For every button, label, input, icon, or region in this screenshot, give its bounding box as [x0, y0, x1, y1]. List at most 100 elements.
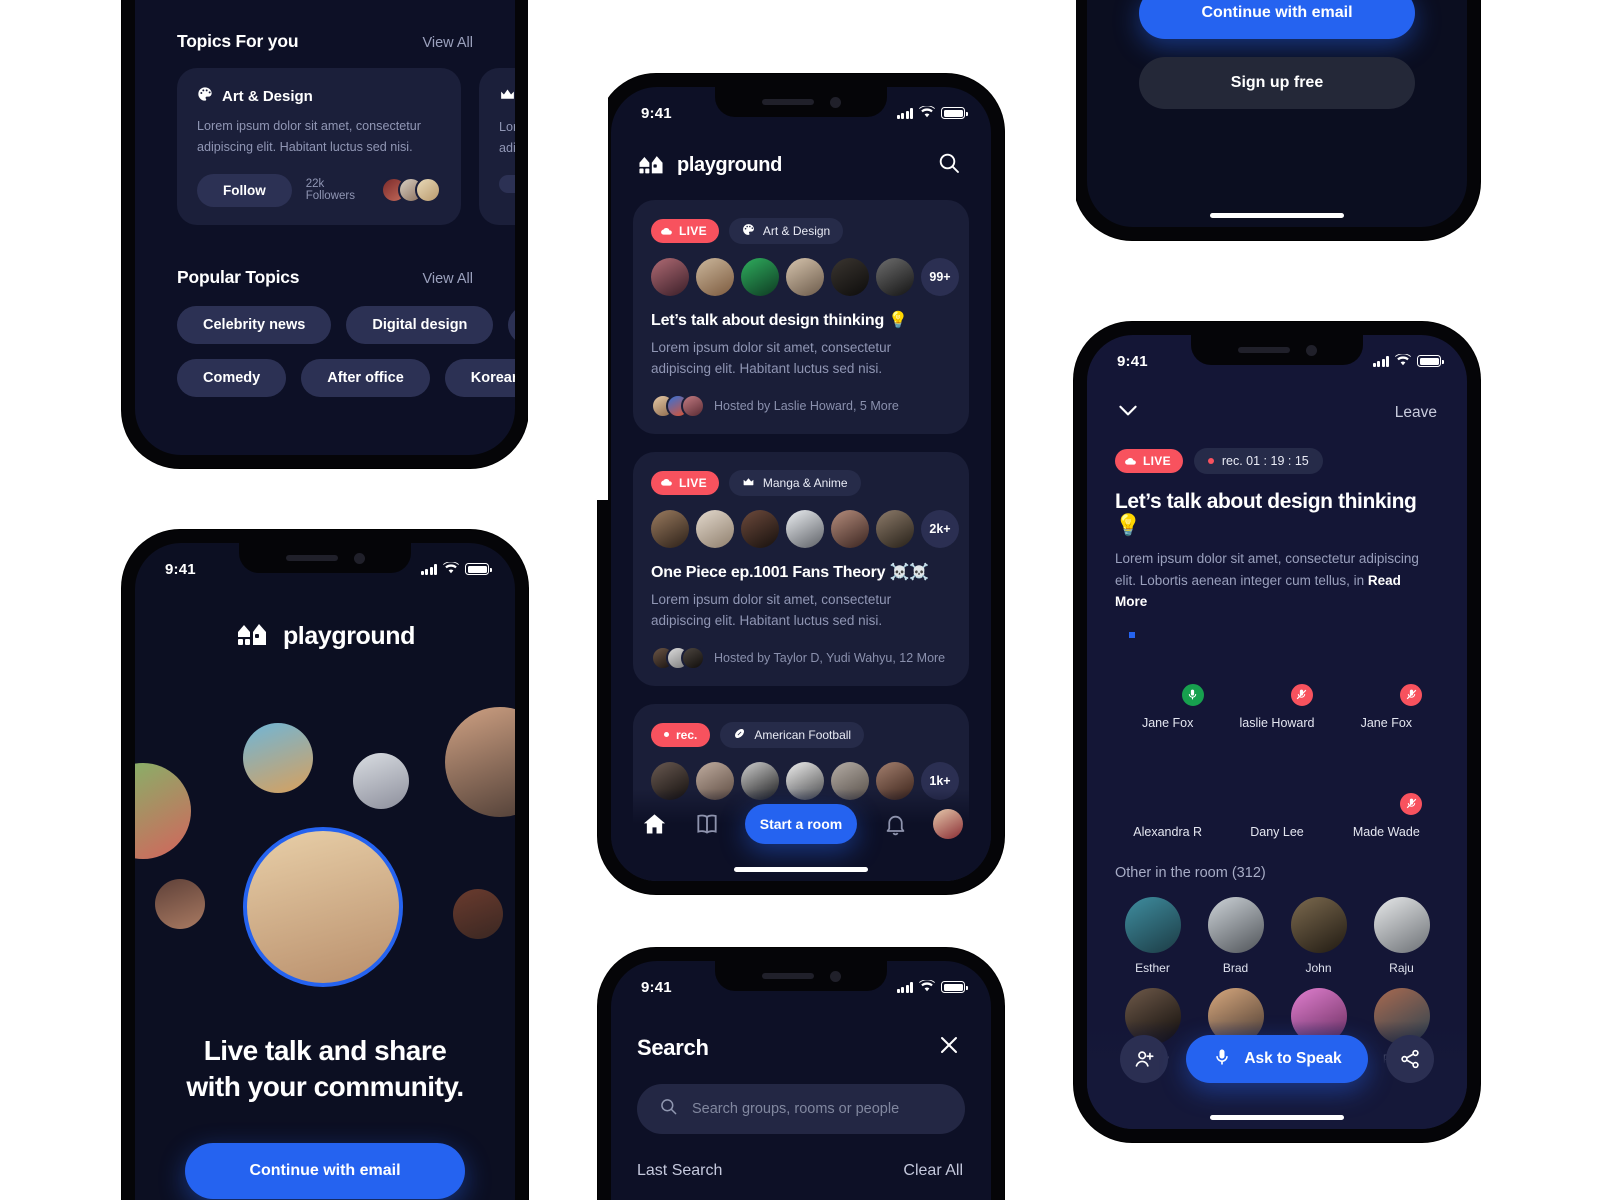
crop-mask-left-of-phone-d [1020, 0, 1076, 260]
topics-view-all-link[interactable]: View All [422, 35, 473, 51]
earpiece-speaker [761, 99, 814, 105]
avatar-bubble [243, 723, 313, 793]
topics-section-title: Topics For you [177, 31, 299, 51]
popular-chip[interactable]: Korean Drama [444, 358, 515, 397]
room-hosted-by-label: Hosted by Laslie Howard, 5 More [714, 398, 899, 413]
speaker-item[interactable]: Jane Fox [1332, 635, 1441, 730]
playground-logo-icon [637, 152, 665, 180]
share-icon[interactable] [1385, 1035, 1434, 1083]
ask-to-speak-button[interactable]: Ask to Speak [1186, 1035, 1368, 1083]
speaker-avatar-wrapper [1241, 744, 1313, 816]
topic-card-description: Lorem ipsum dolor sit amet, consectetur … [499, 120, 515, 155]
playground-logo-icon [235, 619, 269, 653]
continue-with-email-button[interactable]: Continue with email [185, 1143, 465, 1199]
leave-button[interactable]: Leave [1395, 404, 1437, 422]
speaker-item[interactable]: Jane Fox [1113, 635, 1222, 730]
popular-view-all-link[interactable]: View All [422, 271, 473, 287]
device-notch [715, 961, 887, 991]
chevron-down-icon[interactable] [1115, 397, 1141, 428]
room-topic-chip[interactable]: Art & Design [728, 218, 844, 244]
room-title: Let’s talk about design thinking 💡 [651, 312, 908, 329]
room-card-tags: rec. American Football [651, 721, 951, 748]
room-topic-chip[interactable]: Manga & Anime [728, 469, 861, 496]
participant-overflow-count: 2k+ [921, 509, 959, 548]
search-icon[interactable] [937, 151, 961, 180]
popular-chip[interactable]: Comedy [177, 358, 287, 397]
add-person-icon[interactable] [1120, 1035, 1169, 1083]
microphone-muted-icon [1288, 681, 1315, 708]
screenshot-stage: Topics For you View All Art & Design Lor… [0, 0, 1600, 1200]
battery-icon [465, 563, 492, 575]
speaker-name: Made Wade [1352, 824, 1420, 839]
follow-button[interactable]: Follow [197, 173, 292, 207]
phone-signup-screen: Continue with email Sign up free [1074, 0, 1480, 240]
clear-all-button[interactable]: Clear All [903, 1162, 963, 1180]
participant-avatar [831, 509, 869, 548]
participant-avatar [831, 258, 869, 296]
home-header: playground [611, 133, 991, 180]
search-input[interactable] [692, 1101, 943, 1117]
popular-chip[interactable]: After office [301, 358, 430, 397]
follow-button[interactable] [499, 174, 515, 193]
topic-card[interactable]: Lorem ipsum dolor sit amet, consectetur … [479, 68, 515, 225]
phone-live-room-screen: 9:41 Leave LIVE rec. 01: 19: 15 Let’s … [1074, 322, 1480, 1142]
topic-card-carousel[interactable]: Art & Design Lorem ipsum dolor sit amet,… [135, 68, 515, 225]
speaker-item[interactable]: Alexandra R [1113, 744, 1222, 839]
listener-item[interactable]: Brad [1194, 896, 1277, 975]
listener-item[interactable]: John [1277, 896, 1360, 975]
record-dot-icon [664, 732, 669, 738]
phone-topics-screen: Topics For you View All Art & Design Lor… [122, 0, 528, 468]
speaker-avatar-wrapper [1350, 744, 1425, 817]
cellular-bars-icon [896, 981, 913, 993]
avatar-bubble-cloud [135, 693, 515, 1073]
listener-name: Brad [1222, 960, 1249, 975]
popular-section-title: Popular Topics [177, 266, 300, 287]
popular-chip[interactable]: Digital design [346, 305, 494, 344]
status-time: 9:41 [641, 978, 672, 996]
sign-up-free-button[interactable]: Sign up free [1139, 57, 1415, 109]
speaker-item[interactable]: Made Wade [1332, 744, 1441, 839]
topic-card-footer: Follow 22k Followers [197, 173, 441, 207]
continue-with-email-button[interactable]: Continue with email [1139, 0, 1415, 39]
room-card[interactable]: LIVE Manga & Anime 2k+ One Piece ep.1001… [633, 451, 969, 686]
room-description: Lorem ipsum dolor sit amet, consectetur … [651, 591, 892, 628]
speaker-item[interactable]: laslie Howard [1222, 635, 1331, 730]
popular-chip[interactable]: Celebrity news [177, 305, 332, 344]
brand-lockup: playground [135, 619, 515, 653]
topic-card[interactable]: Art & Design Lorem ipsum dolor sit amet,… [177, 68, 461, 225]
search-field-wrapper[interactable] [637, 1084, 965, 1134]
participant-avatar [876, 509, 914, 548]
search-icon [659, 1097, 678, 1121]
bell-icon[interactable] [880, 809, 910, 839]
participant-avatar [651, 509, 689, 548]
avatar [1373, 896, 1430, 953]
participant-avatar [741, 509, 779, 548]
brand-name: playground [282, 621, 416, 650]
room-card[interactable]: LIVE Art & Design 99+ Let’s talk about d… [633, 200, 969, 434]
live-room-screen: 9:41 Leave LIVE rec. 01: 19: 15 Let’s … [1087, 335, 1467, 1129]
listener-item[interactable]: Esther [1111, 896, 1194, 975]
popular-chip[interactable]: NBA [508, 305, 515, 344]
participant-avatar [786, 258, 824, 296]
start-a-room-button[interactable]: Start a room [745, 804, 857, 844]
popular-chip-row-2: Comedy After office Korean Drama [177, 358, 515, 397]
home-icon[interactable] [639, 809, 669, 839]
battery-icon [941, 107, 968, 119]
room-topic-label: Art & Design [762, 224, 831, 238]
battery-icon [1417, 355, 1444, 367]
home-screen: 9:41 playground LIVE Art & Design 99+ Le… [611, 87, 991, 881]
listener-item[interactable]: Raju [1360, 896, 1443, 975]
room-topic-chip[interactable]: American Football [720, 721, 865, 748]
speaker-item[interactable]: Dany Lee [1222, 744, 1331, 839]
manga-icon [742, 475, 755, 491]
speakers-grid: Jane Fox laslie Howard Jane Fox Alexandr… [1087, 613, 1467, 839]
host-avatar-stack [651, 393, 705, 418]
avatar[interactable] [933, 809, 963, 839]
avatar-bubble-primary [243, 827, 403, 987]
book-icon[interactable] [692, 809, 722, 839]
avatar [1124, 896, 1181, 953]
close-icon[interactable] [937, 1033, 961, 1062]
wifi-icon [443, 560, 459, 578]
topics-section-header: Topics For you View All [135, 31, 515, 52]
microphone-muted-icon [1398, 790, 1425, 817]
